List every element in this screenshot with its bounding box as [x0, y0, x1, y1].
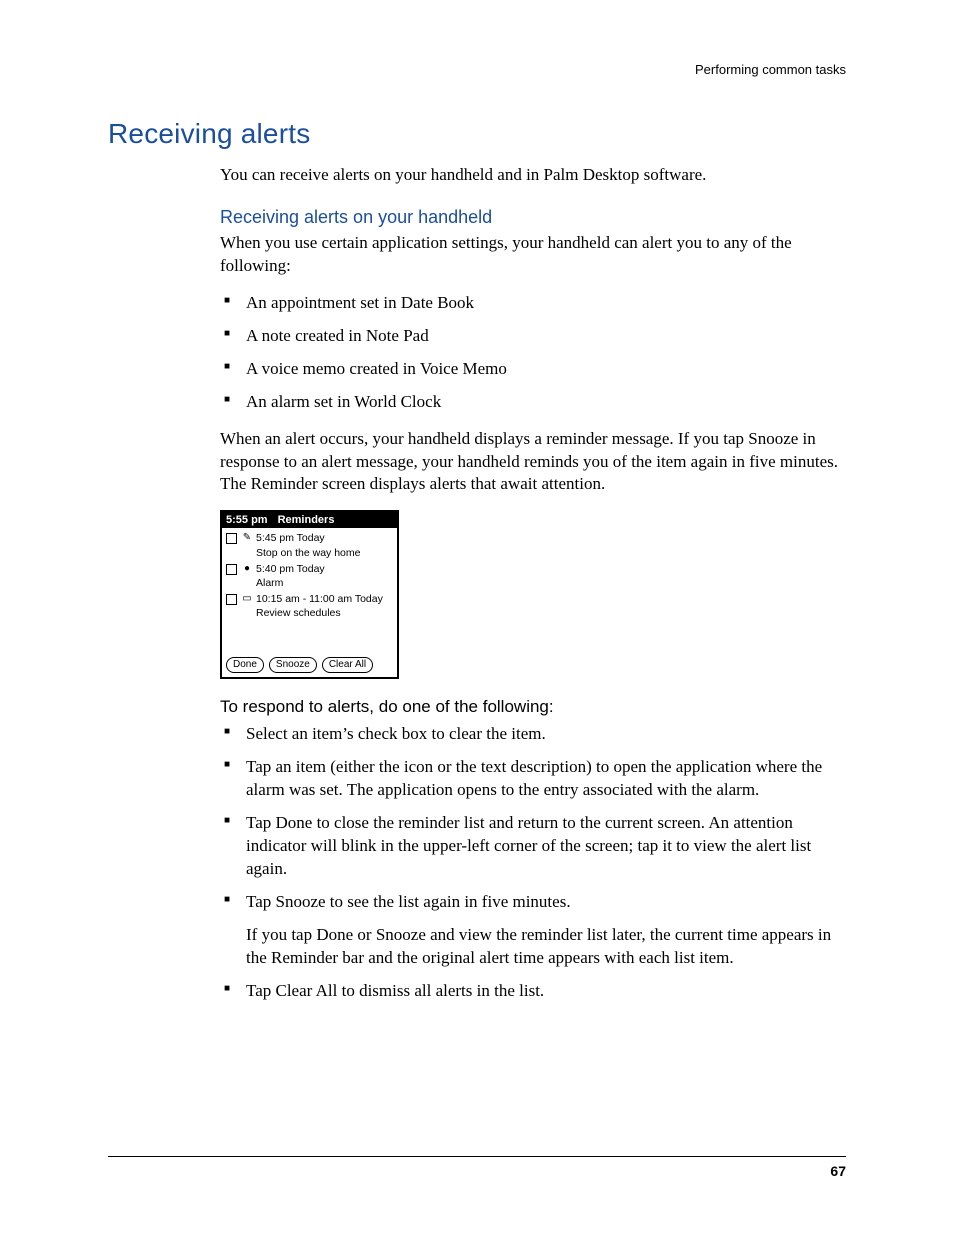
body-block: You can receive alerts on your handheld … — [220, 164, 846, 1003]
reminder-line: 10:15 am - 11:00 am Today — [256, 593, 393, 606]
reminders-button-row: Done Snooze Clear All — [222, 654, 397, 677]
after-list-paragraph: When an alert occurs, your handheld disp… — [220, 428, 846, 497]
list-item: Tap Snooze to see the list again in five… — [220, 891, 846, 970]
content-area: Receiving alerts You can receive alerts … — [108, 118, 846, 1017]
checkbox-icon — [226, 533, 237, 544]
intro-paragraph: You can receive alerts on your handheld … — [220, 164, 846, 187]
list-item: A note created in Note Pad — [220, 325, 846, 348]
list-item: An appointment set in Date Book — [220, 292, 846, 315]
subsection-intro: When you use certain application setting… — [220, 232, 846, 278]
list-item: An alarm set in World Clock — [220, 391, 846, 414]
footer-rule — [108, 1156, 846, 1157]
reminder-subtext: Alarm — [256, 577, 393, 590]
done-button[interactable]: Done — [226, 657, 264, 673]
reminder-row: ● 5:40 pm Today — [226, 563, 393, 576]
list-item: Select an item’s check box to clear the … — [220, 723, 846, 746]
page-number: 67 — [830, 1163, 846, 1179]
reminders-title: Reminders — [278, 514, 335, 526]
reminder-row: ▭ 10:15 am - 11:00 am Today — [226, 593, 393, 606]
reminders-clock: 5:55 pm — [226, 514, 268, 526]
reminders-screenshot: 5:55 pm Reminders ✎ 5:45 pm Today Stop o… — [220, 510, 399, 679]
list-item: Tap Done to close the reminder list and … — [220, 812, 846, 881]
list-item: Tap Clear All to dismiss all alerts in t… — [220, 980, 846, 1003]
subsection-title: Receiving alerts on your handheld — [220, 207, 846, 228]
respond-heading: To respond to alerts, do one of the foll… — [220, 697, 846, 717]
list-item: A voice memo created in Voice Memo — [220, 358, 846, 381]
note-icon: ✎ — [241, 532, 253, 543]
page: Performing common tasks Receiving alerts… — [0, 0, 954, 1235]
list-item-text: Tap Snooze to see the list again in five… — [246, 892, 571, 911]
section-title: Receiving alerts — [108, 118, 846, 150]
alert-types-list: An appointment set in Date Book A note c… — [220, 292, 846, 414]
reminder-row: ✎ 5:45 pm Today — [226, 532, 393, 545]
list-item: Tap an item (either the icon or the text… — [220, 756, 846, 802]
snooze-button[interactable]: Snooze — [269, 657, 317, 673]
running-head: Performing common tasks — [695, 62, 846, 77]
reminder-line: 5:45 pm Today — [256, 532, 393, 545]
reminders-body: ✎ 5:45 pm Today Stop on the way home ● 5… — [222, 528, 397, 654]
reminder-subtext: Review schedules — [256, 607, 393, 620]
list-item-subtext: If you tap Done or Snooze and view the r… — [246, 924, 846, 970]
respond-list: Select an item’s check box to clear the … — [220, 723, 846, 1002]
clear-all-button[interactable]: Clear All — [322, 657, 373, 673]
reminder-line: 5:40 pm Today — [256, 563, 393, 576]
checkbox-icon — [226, 594, 237, 605]
alarm-icon: ● — [241, 563, 253, 574]
datebook-icon: ▭ — [241, 593, 253, 604]
reminders-titlebar: 5:55 pm Reminders — [222, 512, 397, 528]
checkbox-icon — [226, 564, 237, 575]
reminder-subtext: Stop on the way home — [256, 547, 393, 560]
